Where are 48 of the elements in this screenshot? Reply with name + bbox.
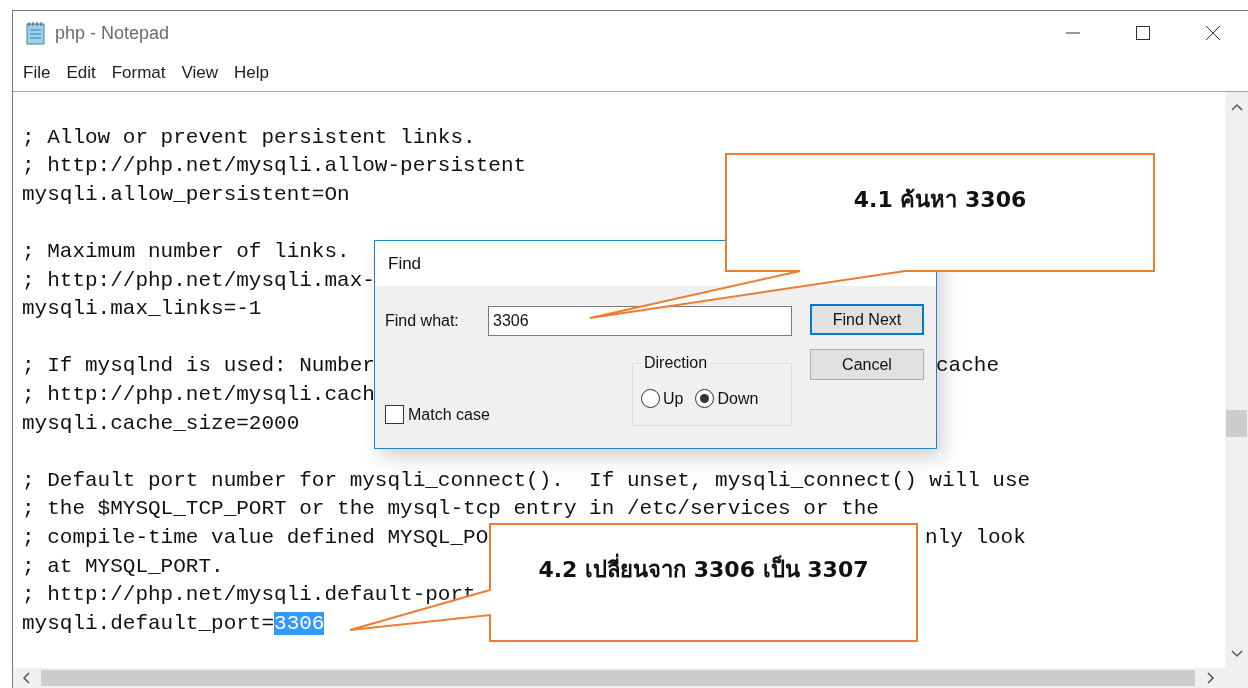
scroll-left-icon[interactable] (22, 672, 30, 684)
code-line: ; compile-time value defined MYSQL_PO (22, 525, 489, 549)
code-line: mysqli.max_links=-1 (22, 297, 262, 321)
code-text: nly look (925, 524, 1026, 551)
code-line: mysqli.allow_persistent=On (22, 182, 350, 206)
vertical-scrollbar[interactable] (1225, 92, 1248, 668)
code-line: ; Default port number for mysqli_connect(). If unset, mysqli_connect() will use (22, 468, 1031, 492)
code-line: ; Maximum number of links. (22, 239, 350, 263)
dialog-button[interactable]: Cancel (810, 349, 924, 380)
code-line: ; If mysqlnd is used: Number (22, 354, 375, 378)
code-line: ; http://php.net/mysqli.allow-persistent (22, 154, 527, 178)
maximize-icon[interactable] (1135, 25, 1151, 41)
code-line: ; at MYSQL_PORT. (22, 554, 224, 578)
menu-item[interactable]: Help (226, 61, 278, 85)
code-text: cache (936, 353, 999, 380)
dialog-button[interactable]: Find Next (810, 304, 924, 335)
notepad-icon (25, 21, 47, 45)
scroll-down-icon[interactable] (1230, 650, 1243, 658)
code-line: mysqli.cache_size=2000 (22, 411, 300, 435)
menu-item[interactable]: File (15, 61, 59, 85)
window-title: php - Notepad (55, 22, 170, 44)
radio-label: Down (717, 389, 759, 408)
code-line: ; http://php.net/mysqli.default-port (22, 583, 476, 607)
dialog-title: Find (388, 253, 422, 274)
callout-text: 4.1 ค้นหา 3306 (853, 187, 1027, 212)
code-line: ; the $MYSQL_TCP_PORT or the mysql-tcp entry in /etc/services or the (22, 497, 879, 521)
code-line: mysqli.default_port= (22, 611, 275, 635)
checkbox-label: Match case (408, 405, 490, 424)
menu-item[interactable]: Format (103, 61, 174, 85)
code-line: ; http://php.net/mysqli.cach (22, 382, 375, 406)
menu-item[interactable]: View (173, 61, 227, 85)
scroll-thumb[interactable] (1226, 410, 1247, 437)
menu-item[interactable]: Edit (58, 61, 104, 85)
radio-button[interactable] (695, 389, 715, 408)
code-line: ; Allow or prevent persistent links. (22, 125, 476, 149)
radio-button[interactable] (641, 389, 660, 408)
group-label: Direction (643, 354, 709, 372)
match-case-checkbox[interactable] (385, 405, 404, 424)
field-label: Find what: (385, 312, 460, 330)
scroll-up-icon[interactable] (1230, 103, 1243, 111)
horizontal-scrollbar[interactable] (13, 668, 1225, 688)
find-what-field[interactable]: 3306 (488, 306, 792, 336)
code-line: ; http://php.net/mysqli.max- (22, 268, 375, 292)
scroll-right-icon[interactable] (1207, 672, 1215, 684)
close-icon[interactable] (1205, 25, 1221, 41)
selected-text: 3306 (274, 611, 325, 635)
radio-label: Up (663, 389, 684, 408)
scroll-thumb[interactable] (41, 670, 1195, 686)
